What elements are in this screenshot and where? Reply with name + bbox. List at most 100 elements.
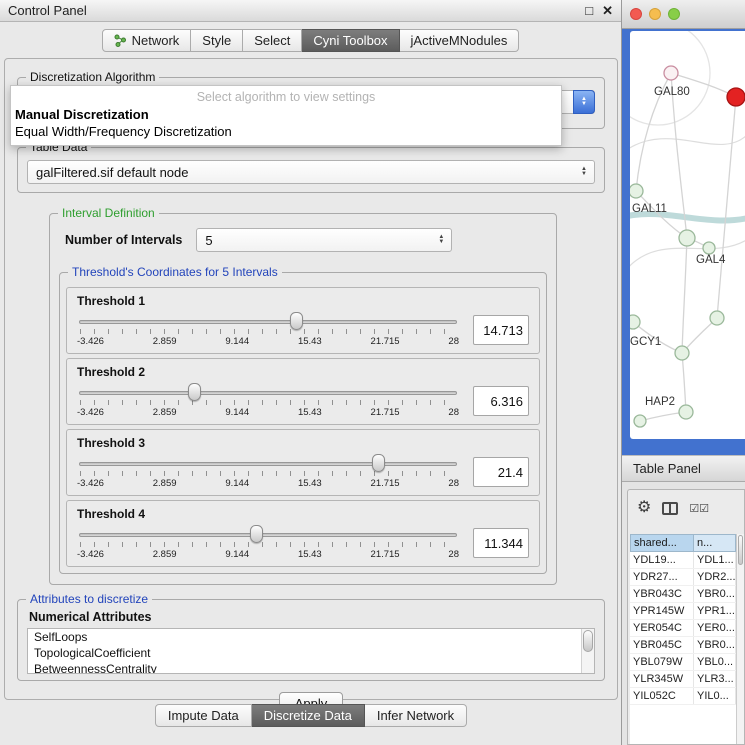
combo-stepper-icon[interactable]: ▲▼ — [573, 90, 595, 114]
popup-item-manual-discretization[interactable]: Manual Discretization — [11, 106, 561, 123]
table-cell: YDL1... — [694, 552, 736, 568]
network-node[interactable] — [634, 415, 646, 427]
panel-title: Control Panel — [8, 3, 576, 18]
column-header[interactable]: n... — [694, 534, 736, 552]
network-node[interactable] — [664, 66, 678, 80]
threshold-slider[interactable]: -3.4262.8599.14415.4321.71528 — [77, 380, 459, 422]
select-columns-checkboxes-icon[interactable]: ☑☑ — [689, 502, 709, 515]
table-row[interactable]: YIL052CYIL0... — [630, 688, 736, 705]
tick-label: 2.859 — [153, 407, 177, 418]
columns-icon[interactable] — [662, 502, 678, 515]
network-node[interactable] — [703, 242, 715, 254]
list-item[interactable]: SelfLoops — [28, 629, 594, 645]
table-scrollbar[interactable] — [736, 534, 744, 744]
numerical-attributes-list[interactable]: SelfLoopsTopologicalCoefficientBetweenne… — [27, 628, 595, 674]
column-header[interactable]: shared... — [630, 534, 694, 552]
table-row[interactable]: YPR145WYPR1... — [630, 603, 736, 620]
close-traffic-light-icon[interactable] — [630, 8, 642, 20]
zoom-traffic-light-icon[interactable] — [668, 8, 680, 20]
table-cell: YIL0... — [694, 688, 736, 704]
selected-network-node[interactable] — [727, 88, 745, 106]
close-icon[interactable]: ✕ — [602, 4, 613, 17]
network-node[interactable] — [630, 184, 643, 198]
network-node[interactable] — [675, 346, 689, 360]
tick-label: 9.144 — [225, 478, 249, 489]
group-label: Discretization Algorithm — [26, 70, 159, 84]
table-row[interactable]: YER054CYER0... — [630, 620, 736, 637]
tab-cyni-toolbox[interactable]: Cyni Toolbox — [302, 29, 399, 52]
tab-jactivemnodules[interactable]: jActiveMNodules — [400, 29, 520, 52]
list-scrollbar[interactable] — [581, 629, 594, 673]
slider-thumb[interactable] — [290, 312, 303, 330]
threshold-label: Threshold 4 — [77, 507, 529, 521]
group-label: Threshold's Coordinates for 5 Intervals — [68, 265, 282, 279]
float-window-icon[interactable]: □ — [585, 4, 593, 17]
tick-label: 2.859 — [153, 478, 177, 489]
table-row[interactable]: YDR27...YDR2... — [630, 569, 736, 586]
scrollbar-thumb[interactable] — [583, 630, 593, 652]
table-row[interactable]: YBR043CYBR0... — [630, 586, 736, 603]
threshold-slider[interactable]: -3.4262.8599.14415.4321.71528 — [77, 522, 459, 564]
tick-label: 15.43 — [298, 407, 322, 418]
scrollbar-thumb[interactable] — [738, 535, 743, 565]
threshold-value-field[interactable]: 6.316 — [473, 386, 529, 416]
table-panel-body: ⚙ ☑☑ shared... n... YDL19...YDL1...YDR27… — [627, 489, 745, 745]
table-row[interactable]: YBR045CYBR0... — [630, 637, 736, 654]
table-cell: YPR1... — [694, 603, 736, 619]
popup-item-equal-width-frequency[interactable]: Equal Width/Frequency Discretization — [11, 123, 561, 140]
network-graph: GAL80 GAL11 GAL4 GCY1 HAP2 — [630, 31, 745, 439]
tick-label: 9.144 — [225, 407, 249, 418]
network-node[interactable] — [679, 230, 695, 246]
table-data-combobox[interactable]: galFiltered.sif default node ▲▼ — [27, 160, 595, 184]
tab-label: Select — [254, 33, 290, 48]
slider-ticks — [80, 542, 456, 547]
table-row[interactable]: YLR345WYLR3... — [630, 671, 736, 688]
number-of-intervals-label: Number of Intervals — [65, 233, 182, 247]
spinner-arrows-icon[interactable]: ▲▼ — [431, 235, 451, 245]
slider-ticks — [80, 471, 456, 476]
threshold-slider[interactable]: -3.4262.8599.14415.4321.71528 — [77, 451, 459, 493]
slider-thumb[interactable] — [250, 525, 263, 543]
minimize-traffic-light-icon[interactable] — [649, 8, 661, 20]
tick-label: 9.144 — [225, 549, 249, 560]
network-node[interactable] — [710, 311, 724, 325]
network-canvas[interactable]: GAL80 GAL11 GAL4 GCY1 HAP2 — [630, 31, 745, 439]
threshold-label: Threshold 2 — [77, 365, 529, 379]
list-item[interactable]: TopologicalCoefficient — [28, 645, 594, 661]
tab-label: Network — [132, 33, 180, 48]
attributes-group: Attributes to discretize Numerical Attri… — [17, 599, 605, 681]
threshold-slider[interactable]: -3.4262.8599.14415.4321.71528 — [77, 309, 459, 351]
tab-style[interactable]: Style — [191, 29, 243, 52]
number-of-intervals-spinner[interactable]: 5 ▲▼ — [196, 228, 452, 252]
network-node[interactable] — [630, 315, 640, 329]
table-row[interactable]: YDL19...YDL1... — [630, 552, 736, 569]
slider-ticks — [80, 329, 456, 334]
tab-network[interactable]: Network — [102, 29, 192, 52]
spinner-value: 5 — [205, 233, 212, 248]
threshold-label: Threshold 3 — [77, 436, 529, 450]
network-node[interactable] — [679, 405, 693, 419]
tab-discretize-data[interactable]: Discretize Data — [252, 704, 365, 727]
table-row[interactable]: YBL079WYBL0... — [630, 654, 736, 671]
bottom-tabbar: Impute Data Discretize Data Infer Networ… — [0, 704, 622, 727]
tab-infer-network[interactable]: Infer Network — [365, 704, 467, 727]
slider-thumb[interactable] — [372, 454, 385, 472]
tab-impute-data[interactable]: Impute Data — [155, 704, 252, 727]
node-table[interactable]: shared... n... YDL19...YDL1...YDR27...YD… — [630, 534, 736, 744]
tick-label: 15.43 — [298, 478, 322, 489]
control-panel-titlebar: Control Panel □ ✕ — [0, 0, 621, 22]
threshold-value-field[interactable]: 21.4 — [473, 457, 529, 487]
combo-arrows-icon[interactable]: ▲▼ — [574, 167, 594, 177]
node-label: GAL11 — [632, 203, 667, 215]
tick-label: 21.715 — [371, 478, 400, 489]
threshold-value-field[interactable]: 14.713 — [473, 315, 529, 345]
slider-thumb[interactable] — [188, 383, 201, 401]
tab-label: Impute Data — [168, 708, 239, 723]
tick-label: 28 — [448, 549, 459, 560]
tab-label: Infer Network — [377, 708, 454, 723]
gear-icon[interactable]: ⚙ — [637, 500, 651, 516]
tab-select[interactable]: Select — [243, 29, 302, 52]
table-cell: YLR345W — [630, 671, 694, 687]
list-item[interactable]: BetweennessCentrality — [28, 661, 594, 674]
threshold-value-field[interactable]: 11.344 — [473, 528, 529, 558]
